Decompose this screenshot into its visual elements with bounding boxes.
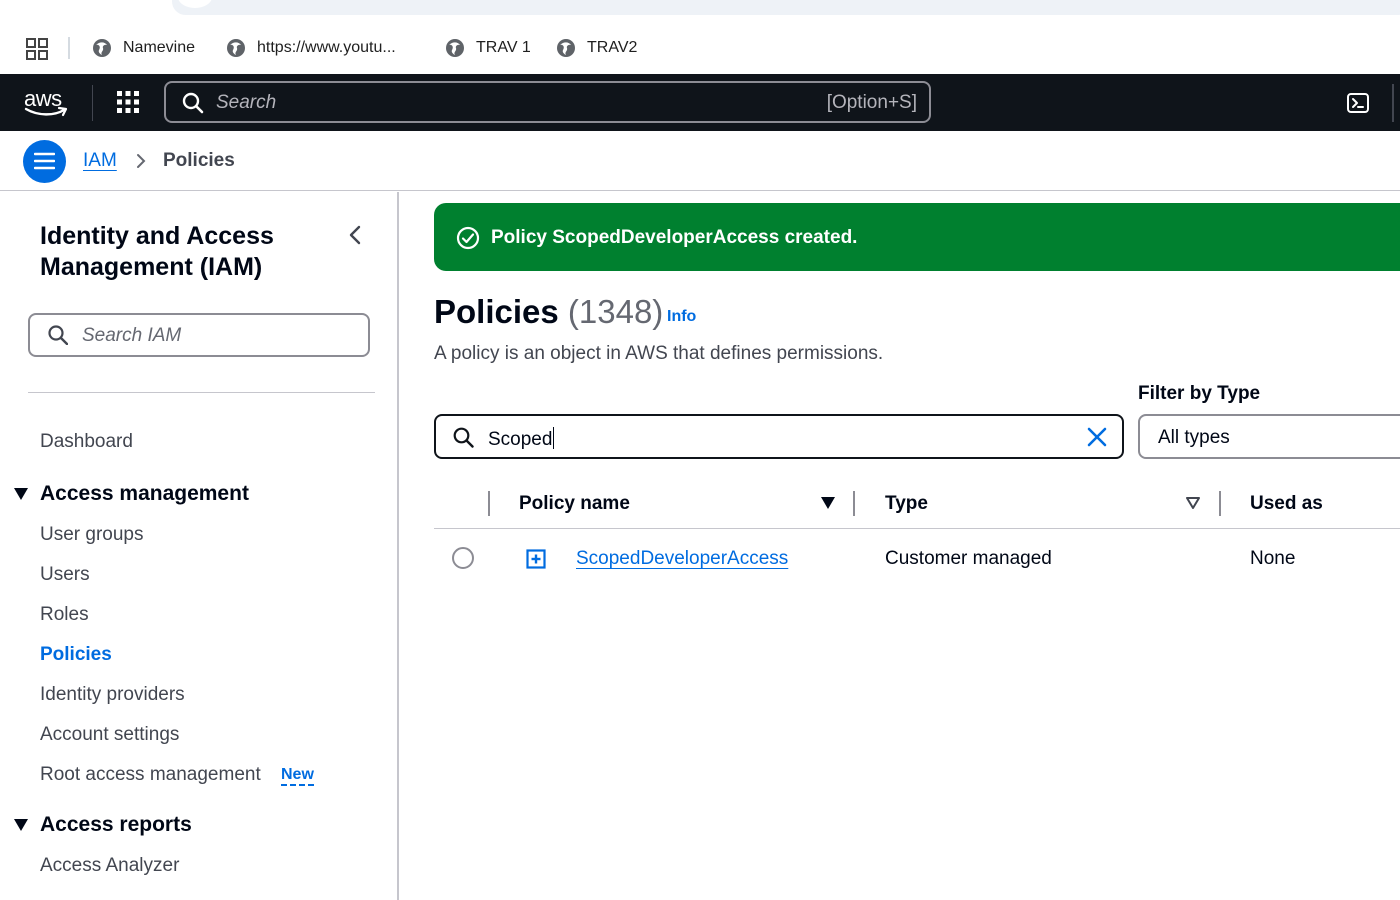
flash-message: Policy ScopedDeveloperAccess created.: [491, 227, 858, 248]
side-navigation-toggle-button[interactable]: [23, 140, 66, 183]
nav-divider: [92, 85, 93, 121]
page-title: Policies (1348): [434, 293, 663, 331]
sidebar-item-users[interactable]: Users: [40, 564, 90, 586]
expand-plus-icon[interactable]: [526, 549, 546, 569]
sidebar-section-label: Access management: [40, 482, 249, 505]
sort-icon[interactable]: [1185, 496, 1201, 510]
bookmark-youtube[interactable]: https://www.youtu...: [226, 36, 396, 60]
bookmark-label: TRAV 1: [476, 39, 531, 56]
column-header-used-as[interactable]: Used as: [1250, 493, 1323, 515]
sidebar-item-root-access-management[interactable]: Root access management: [40, 764, 261, 786]
policy-type-cell: Customer managed: [885, 548, 1052, 569]
sidebar-item-access-analyzer[interactable]: Access Analyzer: [40, 855, 179, 877]
policy-search-value-wrap: Scoped: [488, 427, 555, 451]
globe-icon: [93, 39, 111, 57]
address-bar[interactable]: [172, 0, 1400, 15]
bookmark-namevine[interactable]: Namevine: [92, 36, 195, 60]
info-link[interactable]: Info: [667, 308, 696, 326]
chevron-right-icon: [137, 154, 146, 168]
search-icon: [48, 325, 68, 345]
sidebar-section-label: Access reports: [40, 813, 192, 836]
caret-down-icon: [14, 819, 28, 831]
bookmarks-row: Namevine https://www.youtu... TRAV 1 TRA…: [0, 28, 1400, 66]
sort-descending-icon[interactable]: [820, 496, 836, 510]
table-header-row: Policy name Type Used as: [434, 479, 1400, 529]
side-navigation-title[interactable]: Identity and Access Management (IAM): [40, 221, 330, 283]
bookmarks-divider: [68, 37, 70, 59]
sidebar-item-identity-providers[interactable]: Identity providers: [40, 684, 185, 706]
sidebar-item-user-groups[interactable]: User groups: [40, 524, 144, 546]
global-search-placeholder: Search: [216, 92, 277, 113]
aws-top-navigation: aws Search [Option+S]: [0, 74, 1400, 131]
globe-icon: [227, 39, 245, 57]
table-row: ScopedDeveloperAccess Customer managed N…: [434, 530, 1400, 588]
search-iam-input[interactable]: Search IAM: [28, 313, 370, 357]
text-cursor: [553, 427, 555, 449]
column-divider[interactable]: [1219, 491, 1221, 516]
column-divider: [488, 491, 490, 516]
global-search-input[interactable]: Search [Option+S]: [164, 81, 931, 123]
page-title-text: Policies: [434, 293, 559, 330]
apps-grid-icon[interactable]: [26, 38, 48, 60]
policy-search-input[interactable]: Scoped: [434, 414, 1124, 459]
bookmark-label: Namevine: [123, 39, 196, 56]
policy-search-value: Scoped: [488, 429, 553, 450]
breadcrumb-bar: IAM Policies: [0, 131, 1400, 191]
sidebar-item-dashboard[interactable]: Dashboard: [40, 431, 133, 453]
bookmark-trav2[interactable]: TRAV2: [556, 36, 637, 60]
caret-down-icon: [14, 488, 28, 500]
globe-icon: [446, 39, 464, 57]
cloudshell-icon[interactable]: [1346, 91, 1370, 115]
services-grid-icon[interactable]: [116, 90, 140, 114]
filter-by-type-label: Filter by Type: [1138, 383, 1261, 404]
bookmark-trav1[interactable]: TRAV 1: [445, 36, 531, 60]
new-badge[interactable]: New: [281, 766, 314, 786]
row-select-radio[interactable]: [452, 547, 474, 569]
policy-name-link[interactable]: ScopedDeveloperAccess: [576, 548, 788, 570]
bookmark-label: TRAV2: [587, 39, 638, 56]
clear-icon[interactable]: [1086, 426, 1108, 448]
nav-divider: [1392, 84, 1394, 122]
sidebar-item-account-settings[interactable]: Account settings: [40, 724, 179, 746]
hamburger-menu-icon: [34, 152, 55, 170]
sidebar-item-roles[interactable]: Roles: [40, 604, 89, 626]
page-description: A policy is an object in AWS that define…: [434, 343, 884, 364]
filter-by-type-select[interactable]: All types: [1138, 414, 1400, 459]
breadcrumb-iam-link[interactable]: IAM: [83, 150, 117, 172]
policy-used-as-cell: None: [1250, 548, 1296, 569]
success-flash-banner: Policy ScopedDeveloperAccess created.: [434, 203, 1400, 271]
search-shortcut-hint: [Option+S]: [826, 92, 917, 113]
check-circle-icon: [456, 226, 480, 250]
policies-count: (1348): [567, 293, 664, 330]
filter-by-type-value: All types: [1158, 427, 1230, 448]
search-icon: [182, 92, 204, 114]
browser-bookmarks-bar: Namevine https://www.youtu... TRAV 1 TRA…: [0, 0, 1400, 74]
search-iam-placeholder: Search IAM: [82, 325, 182, 346]
sidebar-item-policies[interactable]: Policies: [40, 644, 112, 666]
column-header-type[interactable]: Type: [885, 493, 928, 515]
breadcrumb-current-page: Policies: [163, 150, 235, 171]
aws-smile-icon: [24, 106, 68, 117]
chevron-left-icon[interactable]: [345, 224, 367, 246]
globe-icon: [557, 39, 575, 57]
bookmark-label: https://www.youtu...: [257, 39, 396, 56]
sidebar-section-access-reports[interactable]: Access reports: [14, 813, 192, 837]
sidebar-section-access-management[interactable]: Access management: [14, 482, 249, 506]
aws-logo[interactable]: aws: [24, 86, 70, 118]
sidebar-divider: [28, 392, 375, 393]
search-icon: [453, 427, 474, 448]
column-header-policy-name[interactable]: Policy name: [519, 493, 630, 515]
side-navigation: Identity and Access Management (IAM) Sea…: [0, 192, 399, 900]
column-divider[interactable]: [853, 491, 855, 516]
